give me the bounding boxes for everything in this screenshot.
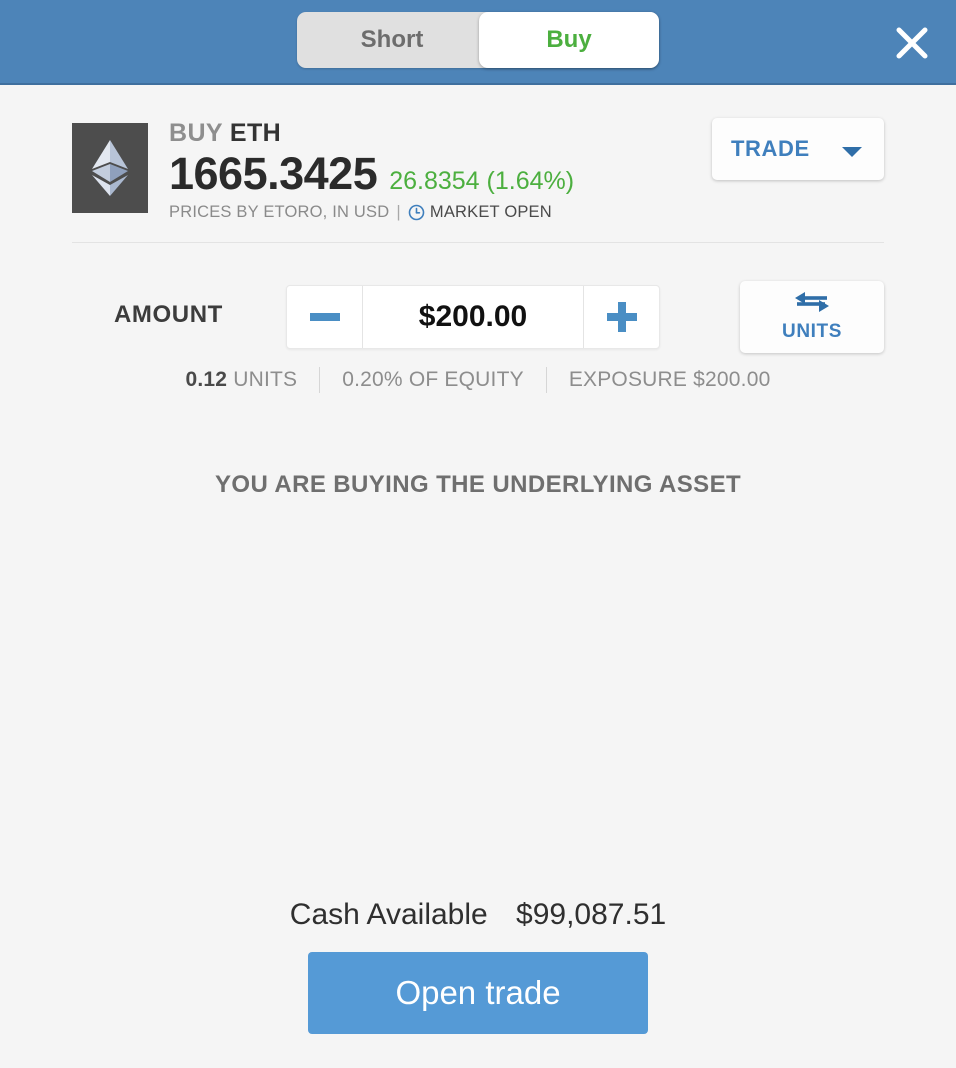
amount-section: AMOUNT $200.00 UNITS: [72, 281, 884, 353]
market-status: MARKET OPEN: [429, 203, 552, 221]
direction-toggle: Short Buy: [297, 12, 659, 68]
open-trade-button[interactable]: Open trade: [308, 952, 648, 1034]
stat-units-value: 0.12: [185, 368, 228, 391]
order-type-dropdown[interactable]: TRADE: [712, 118, 884, 180]
asset-summary: BUY ETH 1665.3425 26.8354 (1.64%) PRICES…: [72, 118, 884, 221]
asset-price: 1665.3425: [169, 148, 378, 199]
price-meta: PRICES BY ETORO, IN USD | MARKET OPEN: [169, 203, 574, 222]
price-line: 1665.3425 26.8354 (1.64%): [169, 149, 574, 199]
section-divider: [72, 242, 884, 243]
clock-icon: [408, 204, 425, 221]
price-change: 26.8354 (1.64%): [389, 167, 575, 195]
dialog-header: Short Buy: [0, 0, 956, 85]
tab-buy-label: Buy: [546, 26, 592, 53]
stat-units: 0.12 UNITS: [186, 368, 298, 392]
tab-short[interactable]: Short: [297, 12, 487, 68]
meta-separator: |: [396, 203, 401, 221]
amount-input[interactable]: $200.00: [363, 286, 583, 348]
asset-info: BUY ETH 1665.3425 26.8354 (1.64%) PRICES…: [169, 118, 574, 222]
swap-arrows-icon: [795, 291, 829, 318]
tab-buy[interactable]: Buy: [479, 12, 659, 68]
amount-label: AMOUNT: [114, 301, 223, 328]
chevron-down-icon: [842, 145, 862, 163]
minus-icon[interactable]: [287, 286, 363, 348]
underlying-asset-notice: YOU ARE BUYING THE UNDERLYING ASSET: [214, 471, 742, 498]
cash-available-value: $99,087.51: [516, 898, 667, 931]
units-toggle-label: UNITS: [782, 321, 842, 342]
cash-available-label: Cash Available: [289, 898, 488, 931]
tab-short-label: Short: [360, 26, 424, 53]
asset-title: BUY ETH: [169, 118, 574, 148]
stat-exposure: EXPOSURE $200.00: [568, 368, 771, 391]
stat-equity: 0.20% OF EQUITY: [342, 368, 524, 391]
stat-units-label: UNITS: [233, 368, 298, 391]
close-icon[interactable]: [886, 17, 938, 69]
stat-divider: [545, 367, 547, 393]
trade-direction-label: BUY: [169, 119, 223, 147]
ethereum-logo-icon: [72, 123, 148, 213]
plus-icon[interactable]: [583, 286, 659, 348]
stat-divider: [319, 367, 321, 393]
trade-stats: 0.12 UNITS 0.20% OF EQUITY EXPOSURE $200…: [0, 367, 956, 393]
prices-source-label: PRICES BY ETORO, IN USD: [169, 203, 390, 221]
order-type-label: TRADE: [731, 136, 810, 161]
cash-available: Cash Available $99,087.51: [0, 898, 956, 932]
units-toggle-button[interactable]: UNITS: [740, 281, 884, 353]
asset-symbol: ETH: [229, 119, 282, 147]
amount-stepper: $200.00: [286, 285, 660, 349]
